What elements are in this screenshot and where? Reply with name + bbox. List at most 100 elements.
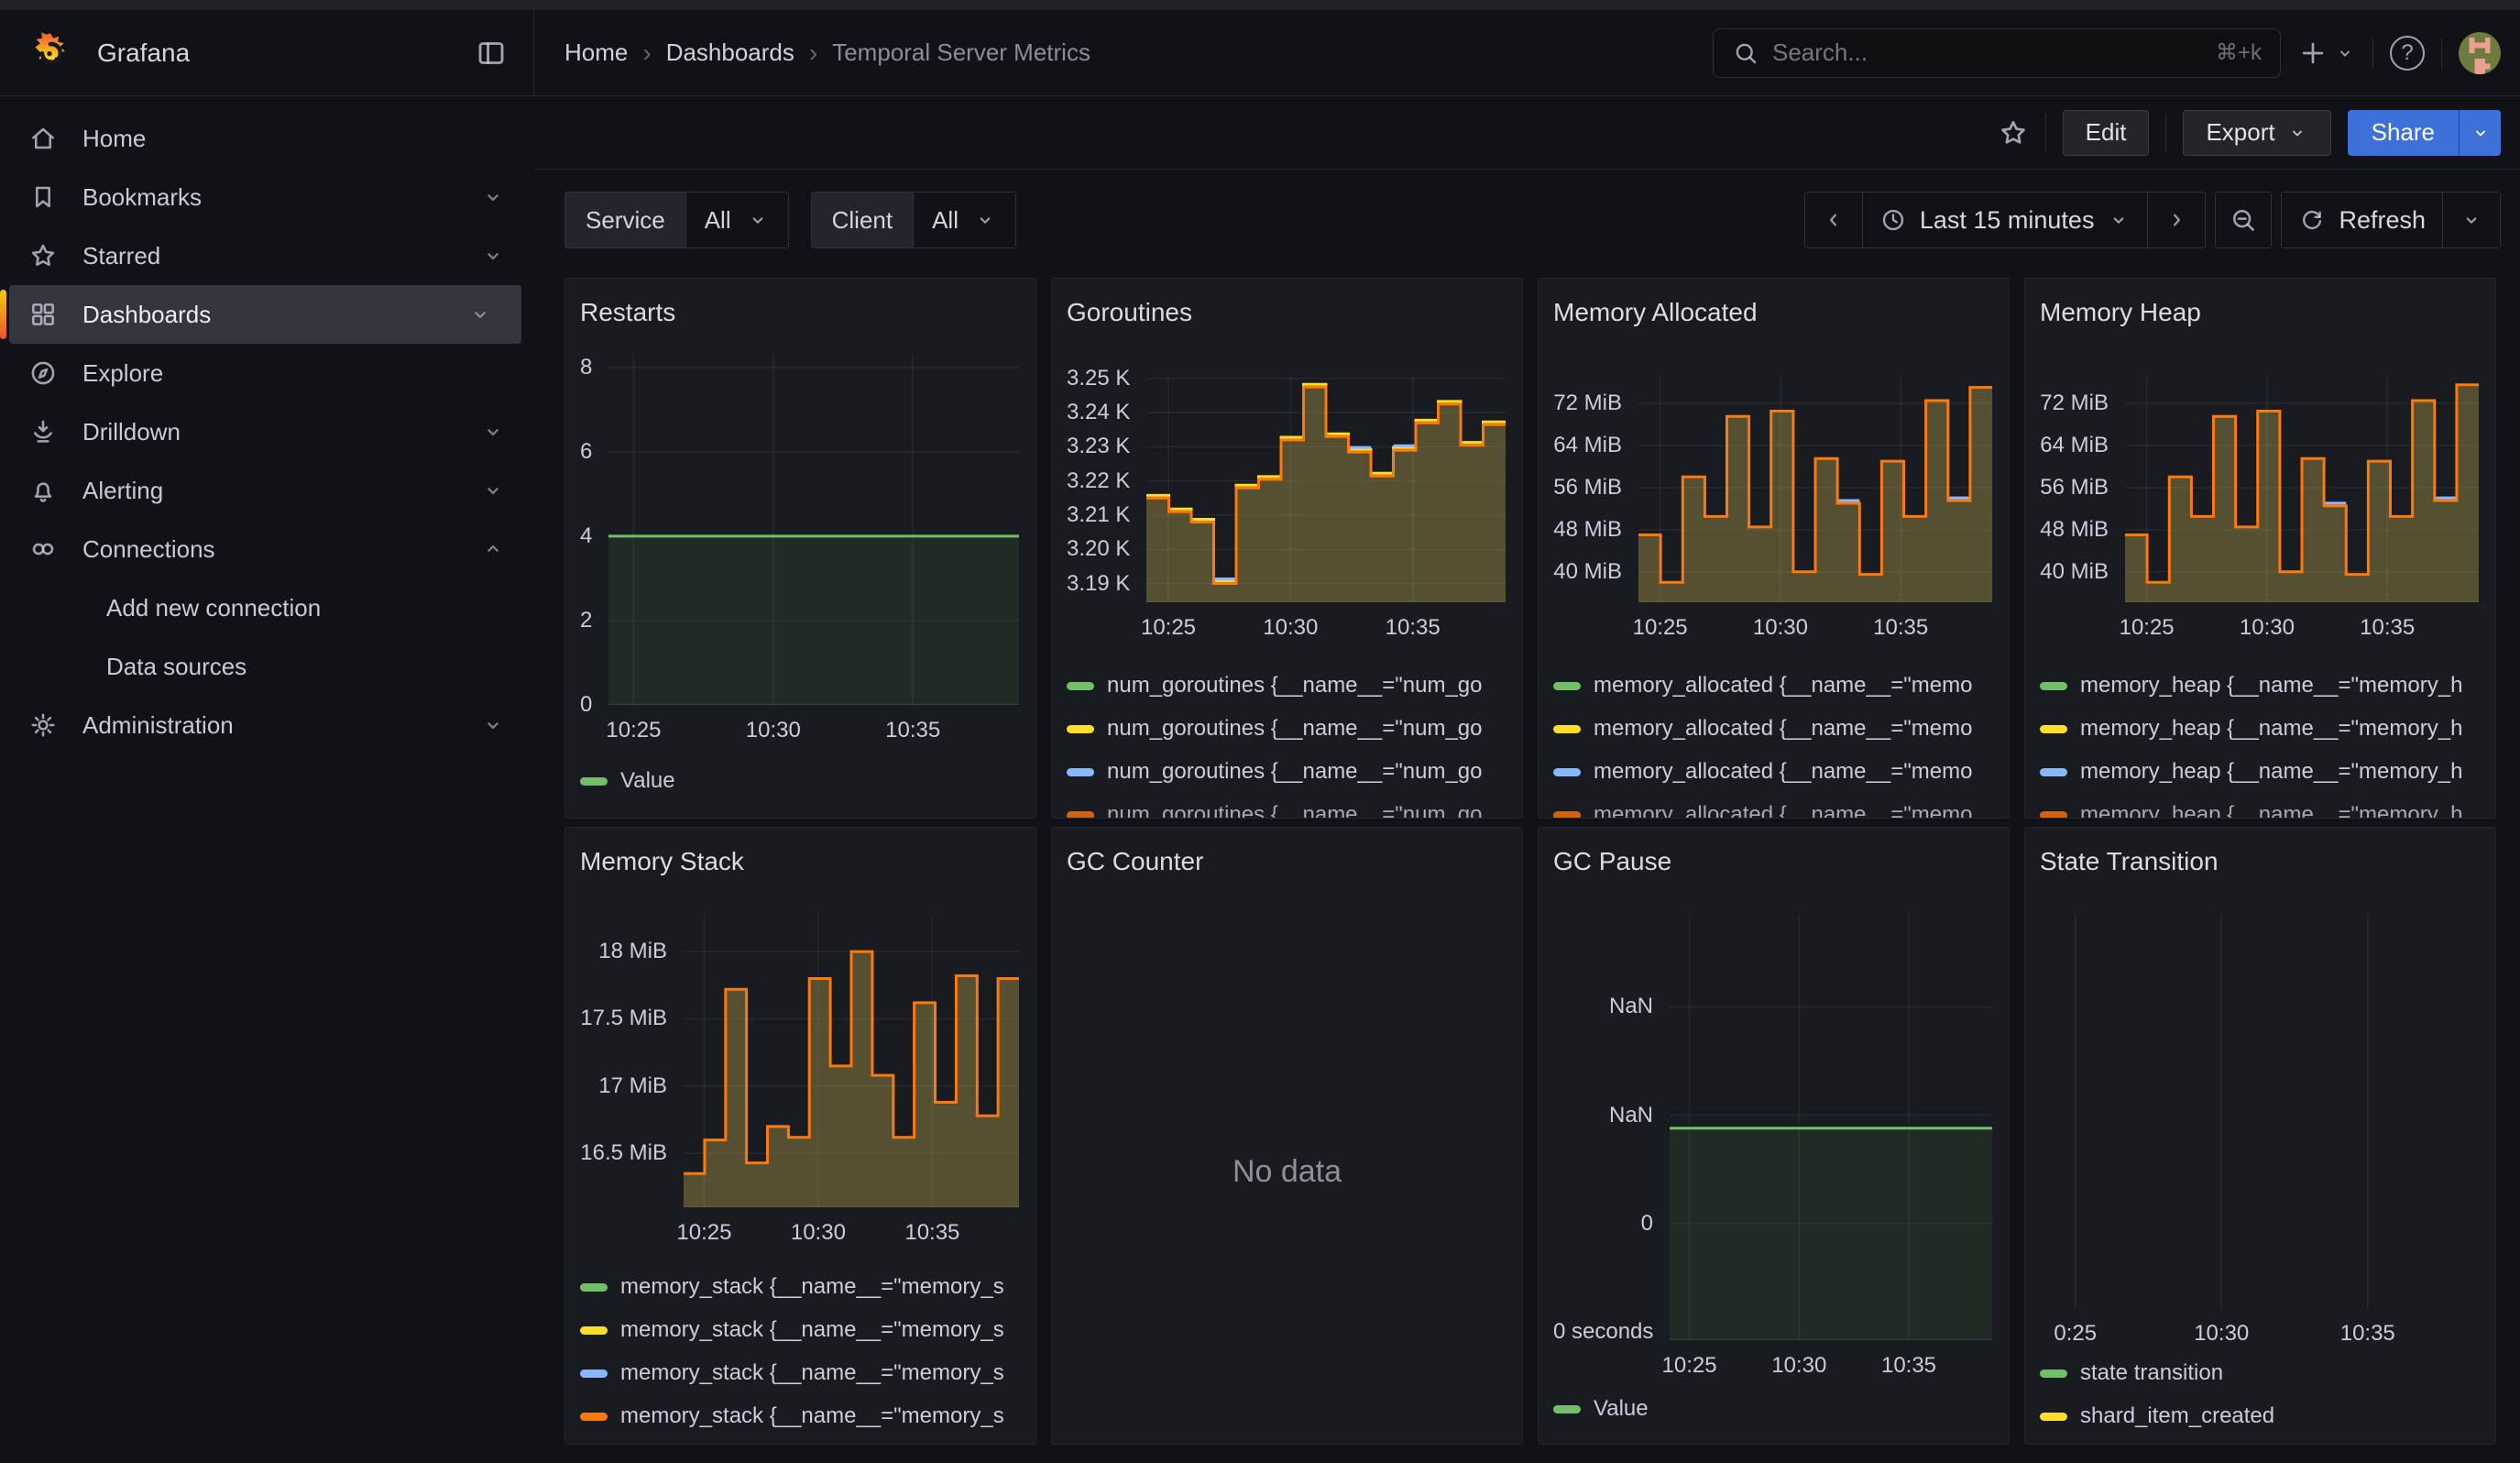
legend-item[interactable]: memory_heap {__name__="memory_h xyxy=(2040,672,2481,699)
panel-title[interactable]: GC Counter xyxy=(1052,828,1522,877)
sidebar-item-drilldown[interactable]: Drilldown xyxy=(0,402,534,461)
favorite-star-button[interactable] xyxy=(1998,117,2029,148)
legend-item[interactable]: memory_stack {__name__="memory_s xyxy=(580,1359,1021,1387)
legend-label: memory_heap {__name__="memory_h xyxy=(2080,716,2462,742)
legend-color-dash xyxy=(580,1326,608,1335)
legend-item[interactable]: memory_heap {__name__="memory_h xyxy=(2040,801,2481,819)
y-axis-tick-label: 72 MiB xyxy=(1553,390,1622,416)
share-button[interactable]: Share xyxy=(2348,110,2459,156)
sidebar-item-administration[interactable]: Administration xyxy=(0,696,534,754)
user-avatar[interactable] xyxy=(2459,32,2501,74)
x-axis: 10:2510:3010:35 xyxy=(580,710,1021,747)
chart-canvas[interactable] xyxy=(2040,914,2481,1308)
legend-color-dash xyxy=(2040,725,2067,733)
y-axis-tick-label: 18 MiB xyxy=(580,939,667,964)
legend-item[interactable]: memory_stack {__name__="memory_s xyxy=(580,1316,1021,1344)
chart-canvas[interactable] xyxy=(580,355,1021,705)
chart-canvas[interactable] xyxy=(1067,376,1507,602)
legend-item[interactable]: memory_heap {__name__="memory_h xyxy=(2040,715,2481,742)
sidebar-item-bookmarks[interactable]: Bookmarks xyxy=(0,168,534,226)
panel-title[interactable]: Memory Stack xyxy=(565,828,1035,877)
time-series-chart[interactable]: 18 MiB17.5 MiB17 MiB16.5 MiB xyxy=(580,914,1021,1207)
time-series-chart[interactable]: 72 MiB64 MiB56 MiB48 MiB40 MiB xyxy=(2040,376,2481,602)
chart-legend: num_goroutines {__name__="num_go num_goro… xyxy=(1052,672,1522,819)
y-axis-tick-label: 0 xyxy=(1553,1211,1653,1237)
sidebar-item-connections[interactable]: Connections xyxy=(0,520,534,578)
edit-button-label: Edit xyxy=(2086,118,2127,147)
x-axis: 10:2510:3010:35 xyxy=(2040,608,2481,644)
time-series-chart[interactable]: 3.25 K3.24 K3.23 K3.22 K3.21 K3.20 K3.19… xyxy=(1067,376,1507,602)
y-axis-tick-label: 72 MiB xyxy=(2040,390,2109,416)
legend-item[interactable]: Value xyxy=(1553,1395,1994,1423)
legend-item[interactable]: memory_allocated {__name__="memo xyxy=(1553,758,1994,786)
legend-item[interactable]: memory_stack {__name__="memory_s xyxy=(580,1402,1021,1430)
legend-item[interactable]: num_goroutines {__name__="num_go xyxy=(1067,672,1507,699)
sidebar-item-label: Administration xyxy=(82,711,477,740)
panel-title[interactable]: Memory Allocated xyxy=(1539,279,2009,328)
chevron-down-icon[interactable] xyxy=(465,302,496,327)
search-input[interactable] xyxy=(1772,38,2203,67)
legend-item[interactable]: memory_stack {__name__="memory_s xyxy=(580,1273,1021,1301)
refresh-button[interactable]: Refresh xyxy=(2282,192,2442,248)
legend-item[interactable]: state transition xyxy=(2040,1359,2481,1387)
legend-item[interactable]: num_goroutines {__name__="num_go xyxy=(1067,715,1507,742)
panel-title[interactable]: GC Pause xyxy=(1539,828,2009,877)
time-series-chart[interactable]: 86420 xyxy=(580,355,1021,705)
refresh-interval-dropdown[interactable] xyxy=(2442,192,2500,248)
sidebar-item-explore[interactable]: Explore xyxy=(0,344,534,402)
time-shift-back-button[interactable] xyxy=(1805,192,1862,248)
legend-item[interactable]: shard_item_created xyxy=(2040,1402,2481,1430)
x-axis-tick-label: 10:30 xyxy=(791,1220,846,1246)
dock-sidebar-toggle-icon[interactable] xyxy=(475,37,508,70)
panel-title[interactable]: Restarts xyxy=(565,279,1035,328)
legend-color-dash xyxy=(1067,768,1094,776)
time-series-chart[interactable]: 72 MiB64 MiB56 MiB48 MiB40 MiB xyxy=(1553,376,1994,602)
sidebar-item-dashboards[interactable]: Dashboards xyxy=(9,285,521,344)
x-axis-tick-label: 10:25 xyxy=(676,1220,731,1246)
chevron-down-icon[interactable] xyxy=(477,243,509,269)
edit-button[interactable]: Edit xyxy=(2063,110,2150,156)
sidebar-item-data-sources[interactable]: Data sources xyxy=(0,637,534,696)
chevron-up-icon[interactable] xyxy=(477,536,509,562)
search-bar[interactable]: ⌘+k xyxy=(1713,28,2281,78)
help-button[interactable]: ? xyxy=(2390,36,2425,71)
legend-item[interactable]: memory_allocated {__name__="memo xyxy=(1553,715,1994,742)
legend-item[interactable]: memory_allocated {__name__="memo xyxy=(1553,801,1994,819)
y-axis-tick-label: 64 MiB xyxy=(2040,433,2109,458)
legend-item[interactable]: Value xyxy=(580,767,1021,795)
refresh-group: Refresh xyxy=(2281,192,2501,248)
chevron-down-icon[interactable] xyxy=(477,712,509,738)
export-button[interactable]: Export xyxy=(2183,110,2330,156)
time-shift-forward-button[interactable] xyxy=(2147,192,2205,248)
grafana-logo-icon[interactable] xyxy=(27,30,73,76)
breadcrumb-home[interactable]: Home xyxy=(564,38,628,67)
client-variable-select[interactable]: Client All xyxy=(811,192,1016,248)
time-series-chart[interactable]: NaNNaN00 seconds xyxy=(1553,914,1994,1340)
legend-item[interactable]: memory_allocated {__name__="memo xyxy=(1553,672,1994,699)
panel-title[interactable]: Goroutines xyxy=(1052,279,1522,328)
no-data-message: No data xyxy=(1052,1154,1522,1190)
chevron-down-icon[interactable] xyxy=(477,419,509,445)
x-axis-tick-label: 0:25 xyxy=(2054,1321,2097,1347)
panel-title[interactable]: State Transition xyxy=(2025,828,2495,877)
legend-item[interactable]: num_goroutines {__name__="num_go xyxy=(1067,758,1507,786)
panel-title[interactable]: Memory Heap xyxy=(2025,279,2495,328)
sidebar-item-alerting[interactable]: Alerting xyxy=(0,461,534,520)
brand-name: Grafana xyxy=(97,38,475,68)
sidebar-item-home[interactable]: Home xyxy=(0,109,534,168)
legend-item[interactable]: memory_heap {__name__="memory_h xyxy=(2040,758,2481,786)
time-series-chart[interactable] xyxy=(2040,914,2481,1308)
x-axis-tick-label: 10:25 xyxy=(606,718,661,743)
new-add-button[interactable] xyxy=(2297,38,2356,69)
sidebar-item-add-new-connection[interactable]: Add new connection xyxy=(0,578,534,637)
zoom-out-button[interactable] xyxy=(2215,192,2272,248)
chevron-down-icon[interactable] xyxy=(477,478,509,503)
share-dropdown-button[interactable] xyxy=(2459,110,2501,156)
sidebar-item-starred[interactable]: Starred xyxy=(0,226,534,285)
service-variable-select[interactable]: Service All xyxy=(564,192,789,248)
breadcrumb-dashboards[interactable]: Dashboards xyxy=(666,38,794,67)
x-axis-tick-label: 10:35 xyxy=(885,718,940,743)
chevron-down-icon[interactable] xyxy=(477,184,509,210)
time-range-picker[interactable]: Last 15 minutes xyxy=(1862,192,2148,248)
legend-item[interactable]: num_goroutines {__name__="num_go xyxy=(1067,801,1507,819)
